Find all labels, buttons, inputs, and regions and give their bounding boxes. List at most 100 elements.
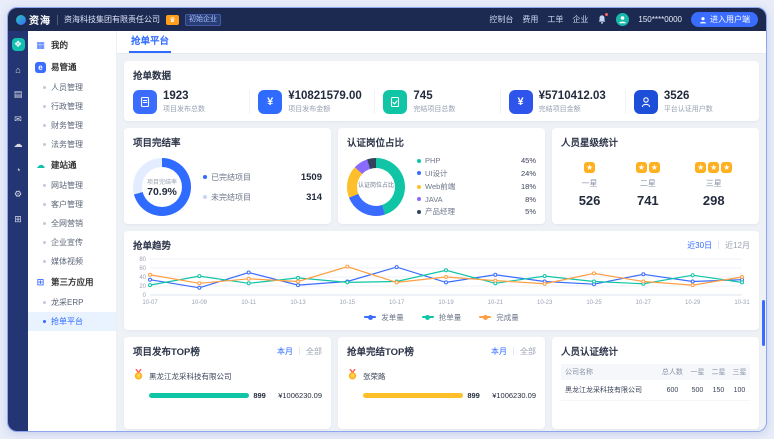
logo: 资海 — [16, 12, 51, 27]
legend-dot — [417, 210, 421, 214]
sidebar-item-media[interactable]: 媒体视频 — [28, 252, 116, 271]
nav-fees[interactable]: 费用 — [522, 14, 538, 25]
stat-label: 项目发布总数 — [163, 104, 205, 114]
sidebar-item-label: 抢单平台 — [51, 316, 83, 327]
bullet-icon — [43, 320, 46, 323]
stars-card: 人员星级统计 ★ 一星 526 ★★ 二星 741 — [552, 128, 759, 224]
count-value: 899 — [467, 391, 480, 400]
filter-all[interactable]: 全部 — [306, 346, 322, 357]
scrollbar-thumb[interactable] — [762, 300, 765, 346]
legend-marker — [364, 316, 376, 318]
grid-icon[interactable]: ⊞ — [12, 213, 25, 226]
svg-text:10-17: 10-17 — [389, 300, 405, 306]
cloud-icon: ☁ — [35, 160, 46, 171]
app-rail: ❖ ⌂ ▤ ✉ ☁ ◔ ⚙ ⊞ — [8, 31, 28, 431]
bullet-icon — [43, 124, 46, 127]
range-12m[interactable]: 近12月 — [725, 240, 750, 251]
vip-badge-icon: ♛ — [166, 15, 179, 25]
sidebar-group-jianzhantong[interactable]: ☁ 建站通 — [28, 154, 116, 176]
bell-icon[interactable] — [597, 14, 607, 25]
sidebar-item-promotion[interactable]: 企业宣传 — [28, 233, 116, 252]
svg-text:10-09: 10-09 — [192, 300, 208, 306]
stat-certified-users: 3526平台认证用户数 — [625, 90, 750, 114]
filter-month[interactable]: 本月 — [491, 346, 507, 357]
legend-marker — [422, 316, 434, 318]
table-header-row: 公司名称 总人数 一星 二星 三星 — [561, 364, 750, 380]
sidebar-item-marketing[interactable]: 全网营销 — [28, 214, 116, 233]
cloud-icon[interactable]: ☁ — [12, 138, 25, 151]
legend-marker-dot — [425, 315, 430, 320]
sidebar-item-personnel[interactable]: 人员管理 — [28, 78, 116, 97]
sidebar-item-label: 人员管理 — [51, 82, 83, 93]
cell-total: 600 — [658, 380, 687, 401]
legend-wanchengliang: 完成量 — [479, 312, 519, 323]
user-icon — [634, 90, 658, 114]
svg-text:10-11: 10-11 — [241, 300, 257, 306]
stat-label: 完结项目金额 — [539, 104, 606, 114]
sidebar-item-label: 媒体视频 — [51, 256, 83, 267]
sidebar-item-admin[interactable]: 行政管理 — [28, 97, 116, 116]
nav-console[interactable]: 控制台 — [489, 14, 513, 25]
gauge-percent: 70.9% — [147, 186, 177, 198]
list-item: 张荣路 899 ¥1006230.09 — [347, 367, 536, 400]
enter-user-button[interactable]: 进入用户端 — [691, 12, 758, 27]
sidebar-item-customers[interactable]: 客户管理 — [28, 195, 116, 214]
logo-icon[interactable]: ❖ — [12, 38, 25, 51]
star-badges: ★★ — [636, 162, 660, 174]
amount-value: ¥1006230.09 — [492, 391, 536, 400]
doc-check-icon — [383, 90, 407, 114]
svg-text:10-27: 10-27 — [636, 300, 652, 306]
star-icon: ★ — [721, 162, 732, 173]
scrollbar[interactable] — [762, 55, 765, 429]
svg-text:10-07: 10-07 — [142, 300, 158, 306]
sidebar-item-label: 法务管理 — [51, 139, 83, 150]
svg-text:10-23: 10-23 — [537, 300, 553, 306]
yen-icon: ¥ — [258, 90, 282, 114]
gear-icon[interactable]: ⚙ — [12, 188, 25, 201]
sidebar-item-label: 全网营销 — [51, 218, 83, 229]
donut-center-label: 认证岗位占比 — [357, 168, 395, 206]
medal-icon — [347, 367, 358, 385]
value-bar — [363, 393, 463, 398]
bullet-icon — [43, 105, 46, 108]
range-30d[interactable]: 近30日 — [687, 240, 712, 251]
stats-card: 抢单数据 1923项目发布总数 ¥ ¥10821579.00项目发布金额 — [124, 61, 759, 121]
sidebar-item-longcai-erp[interactable]: 龙采ERP — [28, 293, 116, 312]
bullet-icon — [43, 222, 46, 225]
star-icon: ★ — [649, 162, 660, 173]
doc-icon[interactable]: ▤ — [12, 88, 25, 101]
avatar[interactable] — [616, 13, 629, 26]
filter-month[interactable]: 本月 — [277, 346, 293, 357]
stat-published-amount: ¥ ¥10821579.00项目发布金额 — [249, 90, 374, 114]
divider — [718, 241, 719, 249]
sidebar-item-qiangdan[interactable]: 抢单平台 — [28, 312, 116, 331]
col-two-star: 二星 — [708, 364, 729, 380]
home-icon[interactable]: ⌂ — [12, 63, 25, 76]
yen-icon: ¥ — [509, 90, 533, 114]
sidebar-item-finance[interactable]: 财务管理 — [28, 116, 116, 135]
tab-qiangdan[interactable]: 抢单平台 — [129, 31, 171, 53]
nav-enterprise[interactable]: 企业 — [572, 14, 588, 25]
sidebar-group-yiguantong[interactable]: e 易管通 — [28, 56, 116, 78]
chart-icon[interactable]: ◔ — [12, 163, 25, 176]
sidebar: ▦ 我的 e 易管通 人员管理 行政管理 财务管理 法务管理 ☁ 建站通 网站管… — [28, 31, 117, 431]
filter-all[interactable]: 全部 — [520, 346, 536, 357]
sidebar-group-thirdparty[interactable]: ⊞ 第三方应用 — [28, 271, 116, 293]
group-label: 建站通 — [51, 159, 77, 171]
group-label: 第三方应用 — [51, 276, 94, 288]
value-bar — [149, 393, 249, 398]
completed-projects-row: 已完结项目1509 — [203, 172, 322, 183]
sidebar-item-legal[interactable]: 法务管理 — [28, 135, 116, 154]
divider — [299, 347, 300, 355]
legend-row-php: PHP45% — [417, 156, 536, 165]
sidebar-item-label: 企业宣传 — [51, 237, 83, 248]
nav-workorder[interactable]: 工单 — [547, 14, 563, 25]
svg-text:10-19: 10-19 — [438, 300, 454, 306]
sidebar-item-label: 行政管理 — [51, 101, 83, 112]
bullet-icon — [43, 241, 46, 244]
sidebar-item-website[interactable]: 网站管理 — [28, 176, 116, 195]
mail-icon[interactable]: ✉ — [12, 113, 25, 126]
cert-stats-title: 人员认证统计 — [561, 344, 750, 358]
svg-text:10-21: 10-21 — [488, 300, 504, 306]
sidebar-item-my[interactable]: ▦ 我的 — [28, 34, 116, 56]
